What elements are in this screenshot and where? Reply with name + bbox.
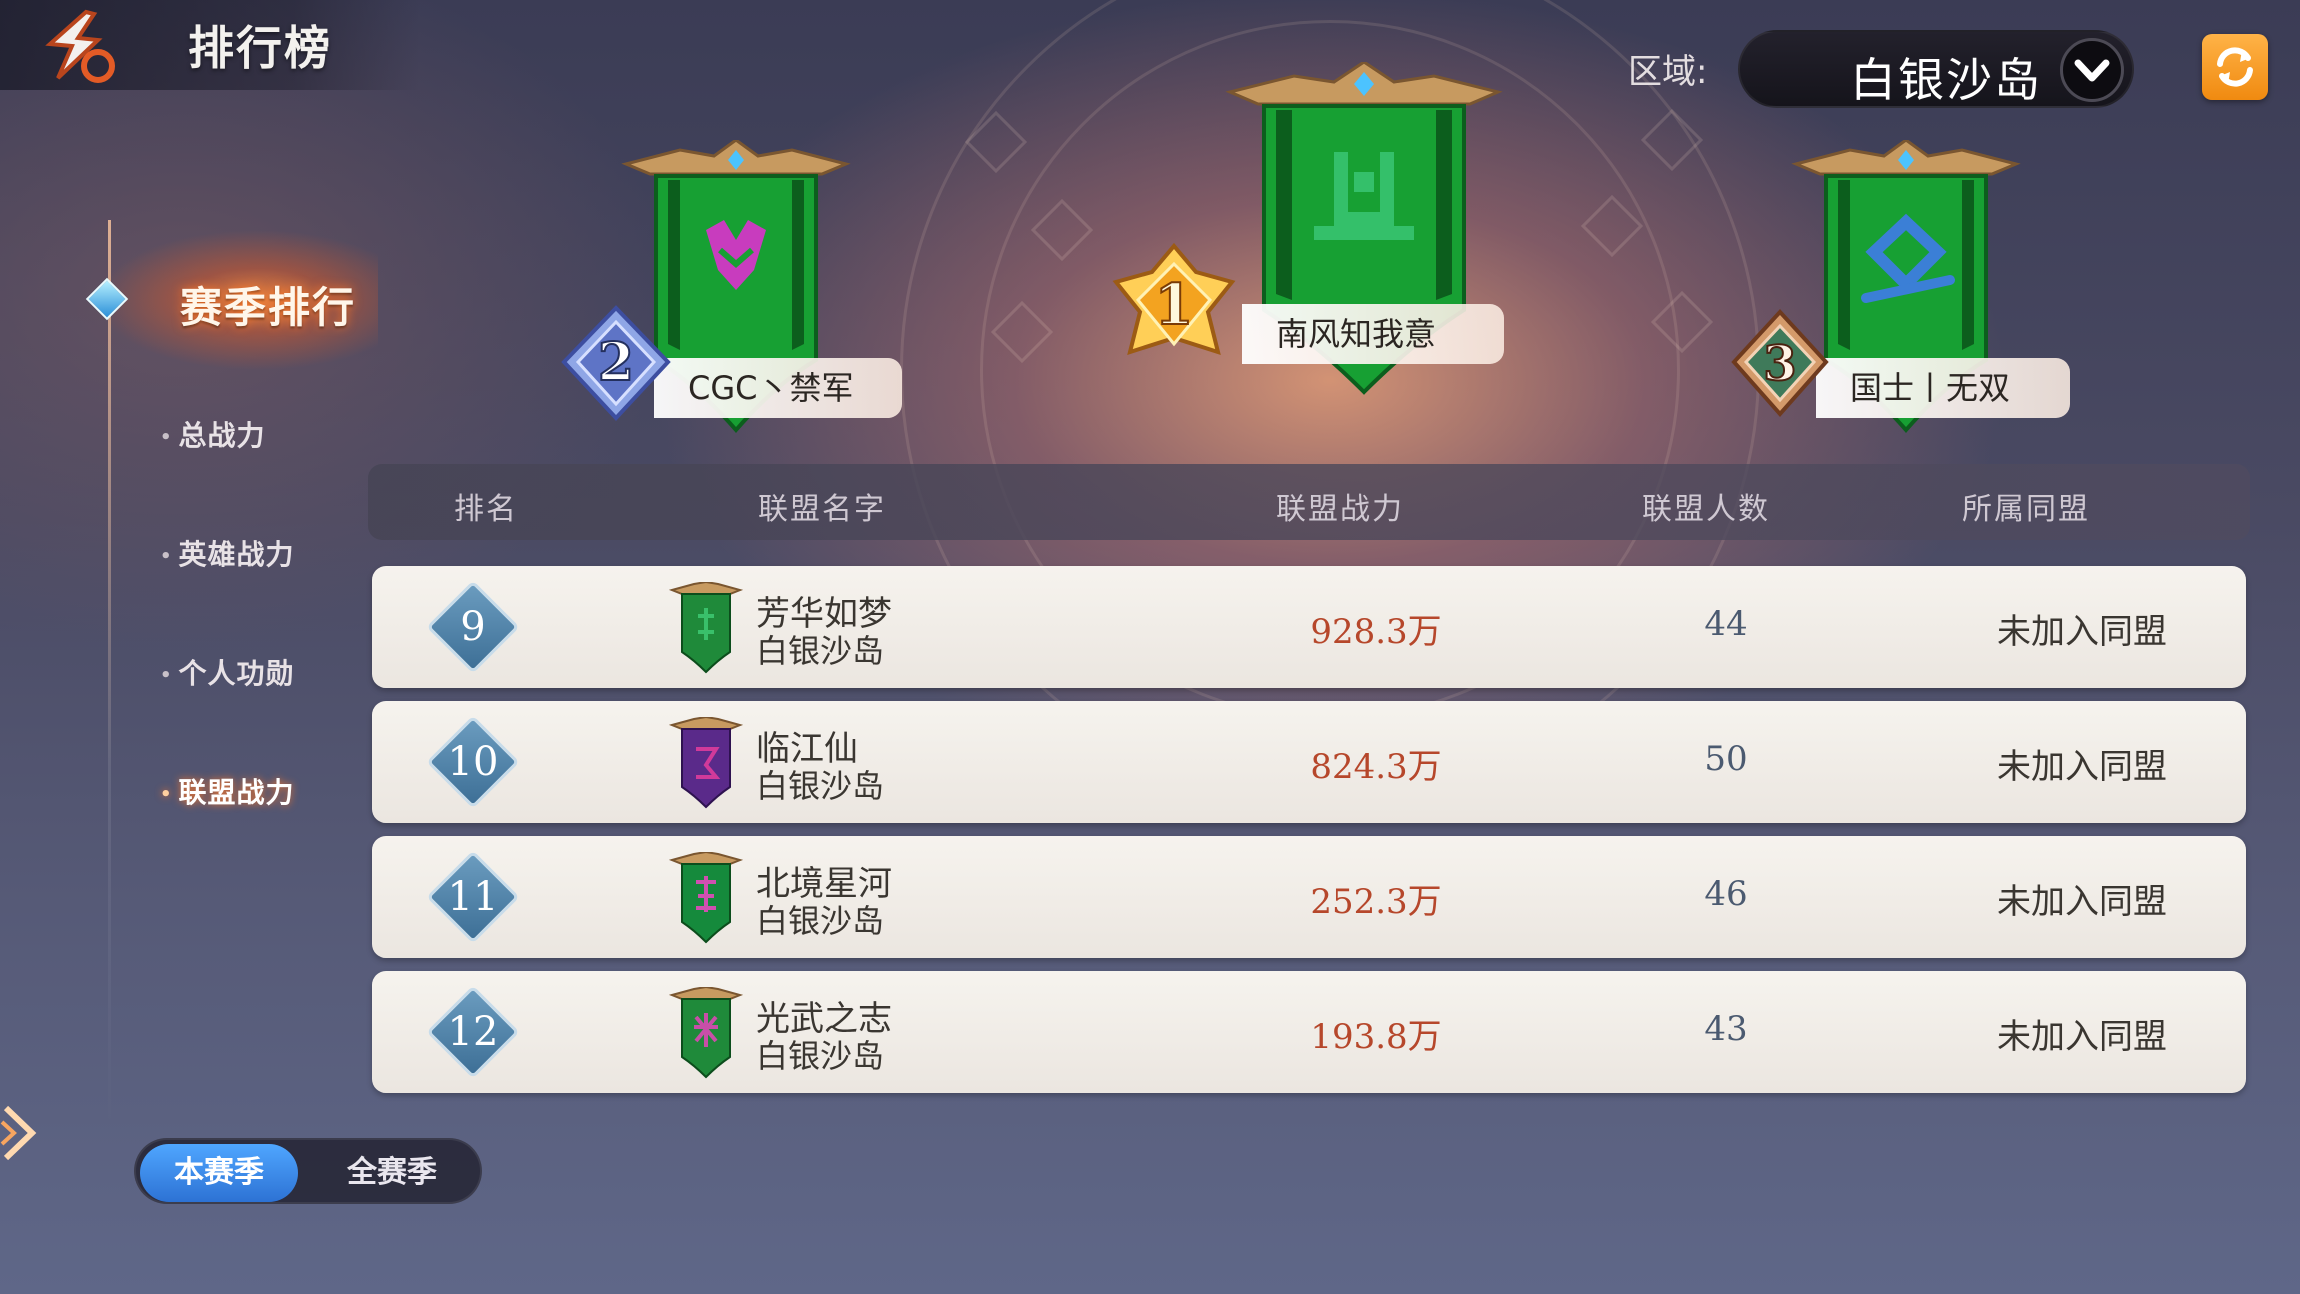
region-value: 白银沙岛 (1850, 53, 2042, 107)
row-rank: 11 (447, 874, 499, 920)
all-season-button[interactable]: 全赛季 (312, 1144, 472, 1202)
page-title: 排行榜 (188, 21, 332, 75)
alliance-flag-icon (668, 987, 744, 1079)
alliance-server: 白银沙岛 (756, 632, 885, 670)
column-header-alliance: 所属同盟 (1962, 492, 2090, 527)
back-button[interactable] (28, 6, 120, 86)
alliance-power: 193.8万 (1310, 1017, 1442, 1057)
podium-rank-1[interactable]: 南风知我意 1 (1108, 62, 1508, 402)
alliance-federation: 未加入同盟 (1997, 1017, 2167, 1057)
chevron-down-icon[interactable] (2060, 38, 2124, 102)
alliance-members: 50 (1704, 739, 1748, 779)
nav-season-ranking-label: 赛季排行 (180, 283, 357, 332)
nav-item-alliance-power[interactable]: 联盟战力 (160, 771, 295, 811)
nav-item-total-power[interactable]: 总战力 (160, 414, 266, 454)
podium-name: 国士丨无双 (1816, 358, 2070, 418)
alliance-power: 252.3万 (1310, 882, 1442, 922)
current-season-button[interactable]: 本赛季 (140, 1144, 298, 1202)
region-label: 区域: (1628, 52, 1708, 92)
alliance-flag-icon (668, 852, 744, 944)
chevron-right-icon (0, 1105, 37, 1161)
back-arrow-icon (45, 9, 115, 83)
podium-name: 南风知我意 (1242, 304, 1504, 364)
alliance-members: 43 (1704, 1009, 1748, 1049)
row-rank: 12 (447, 1009, 499, 1055)
region-dropdown[interactable]: 白银沙岛 (1738, 30, 2134, 108)
alliance-server: 白银沙岛 (756, 902, 885, 940)
column-header-name: 联盟名字 (758, 492, 886, 527)
table-row[interactable]: 9 芳华如梦 白银沙岛 928.3万 44 未加入同盟 (372, 566, 2246, 688)
refresh-button[interactable] (2202, 34, 2268, 100)
alliance-federation: 未加入同盟 (1997, 882, 2167, 922)
medal-rank: 2 (598, 332, 634, 393)
column-header-power: 联盟战力 (1276, 492, 1404, 527)
gold-medal-icon: 1 (1112, 242, 1236, 355)
column-header-members: 联盟人数 (1642, 492, 1770, 527)
sidebar-expand-button[interactable] (0, 1098, 48, 1168)
table-row[interactable]: 12 光武之志 白银沙岛 193.8万 43 未加入同盟 (372, 971, 2246, 1093)
alliance-server: 白银沙岛 (756, 1037, 885, 1075)
table-header: 排名 联盟名字 联盟战力 联盟人数 所属同盟 (368, 464, 2250, 540)
nav-item-personal-merit[interactable]: 个人功勋 (160, 652, 295, 692)
alliance-power: 824.3万 (1310, 747, 1442, 787)
alliance-server: 白银沙岛 (756, 767, 885, 805)
medal-rank: 3 (1763, 336, 1796, 392)
row-rank: 10 (447, 739, 499, 785)
podium-rank-3[interactable]: 国士丨无双 3 (1728, 140, 2088, 440)
table-row[interactable]: 10 临江仙 白银沙岛 824.3万 50 未加入同盟 (372, 701, 2246, 823)
podium-name: CGC丶禁军 (654, 358, 902, 418)
bronze-medal-icon: 3 (1731, 309, 1829, 418)
silver-medal-icon: 2 (561, 305, 671, 421)
alliance-power: 928.3万 (1310, 612, 1442, 652)
season-toggle: 本赛季 全赛季 (134, 1138, 482, 1204)
refresh-icon (2217, 47, 2253, 87)
column-header-rank: 排名 (454, 492, 518, 527)
alliance-members: 44 (1704, 604, 1748, 644)
alliance-federation: 未加入同盟 (1997, 747, 2167, 787)
alliance-flag-icon (668, 582, 744, 674)
nav-item-hero-power[interactable]: 英雄战力 (160, 533, 295, 573)
alliance-flag-icon (668, 717, 744, 809)
alliance-members: 46 (1704, 874, 1748, 914)
table-row[interactable]: 11 北境星河 白银沙岛 252.3万 46 未加入同盟 (372, 836, 2246, 958)
medal-rank: 1 (1155, 272, 1194, 338)
row-rank: 9 (460, 604, 486, 650)
alliance-federation: 未加入同盟 (1997, 612, 2167, 652)
podium-rank-2[interactable]: CGC丶禁军 2 (556, 140, 916, 440)
